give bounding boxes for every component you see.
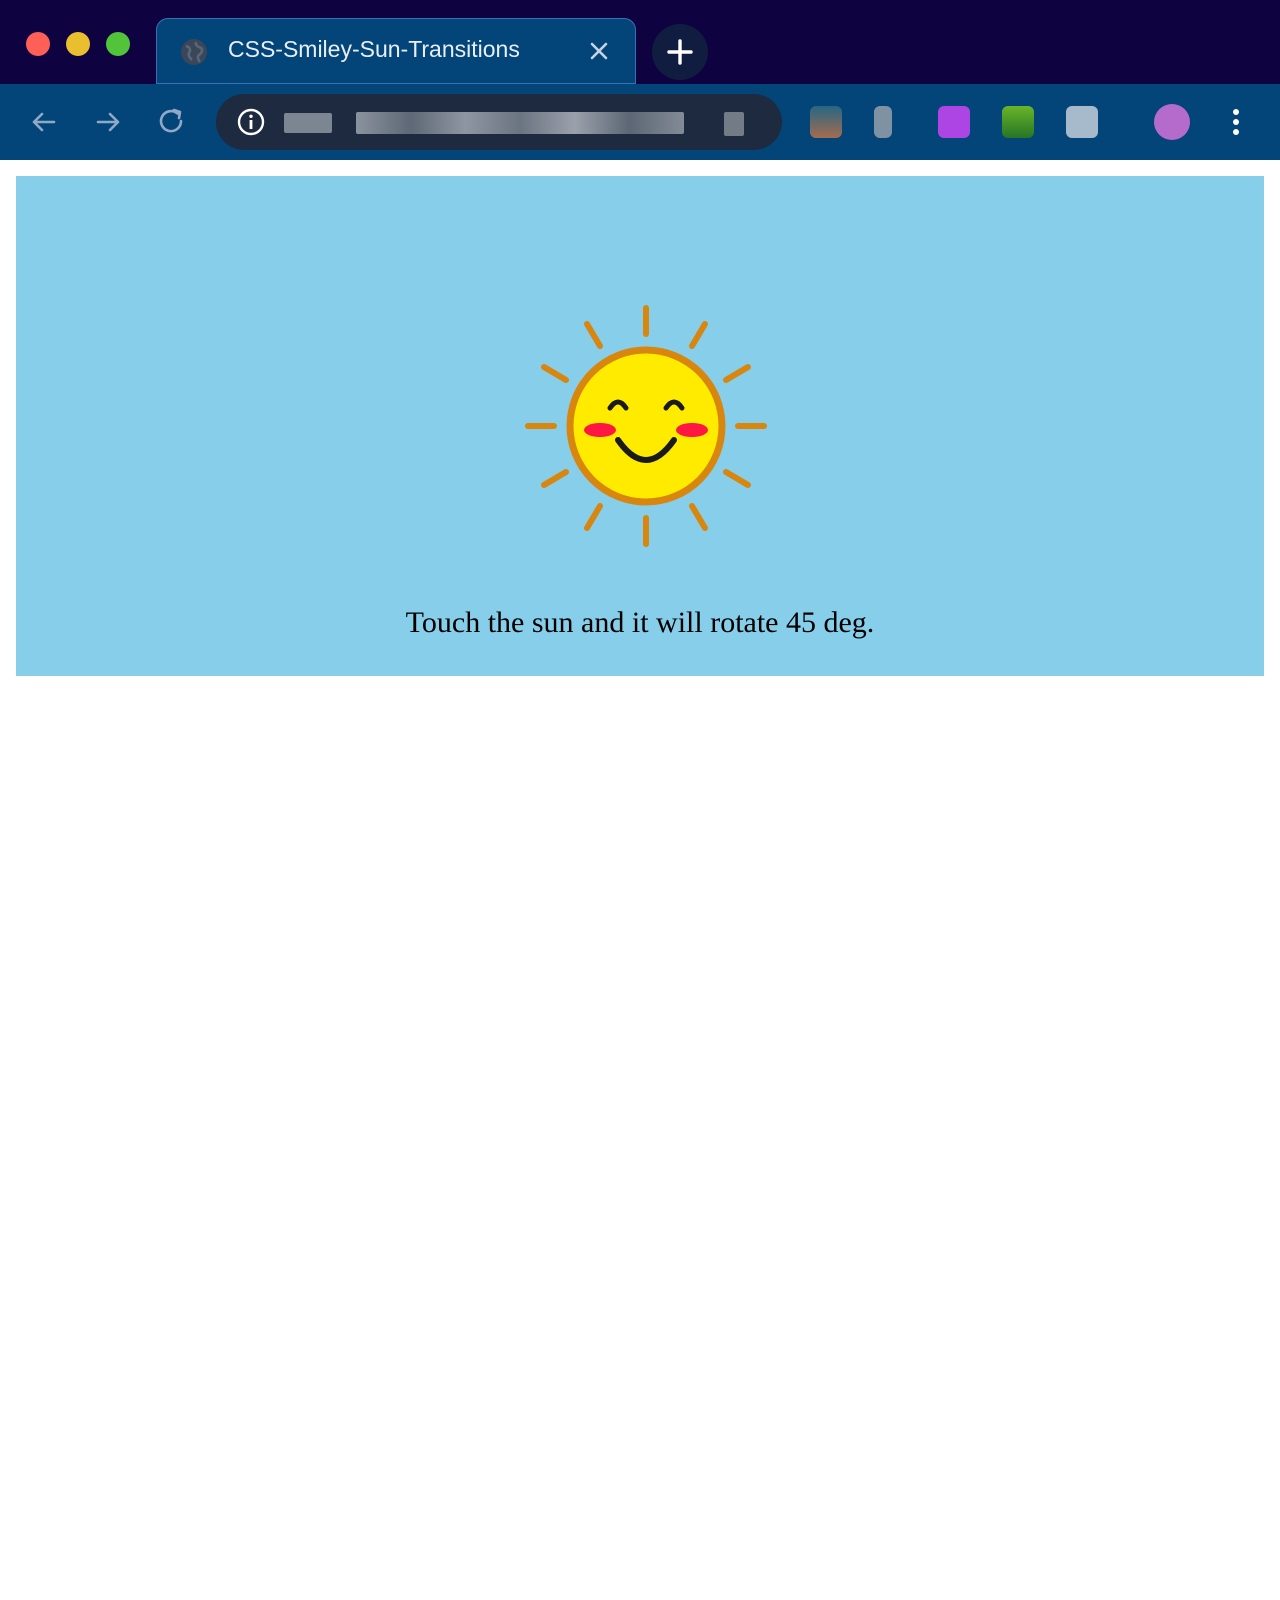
extension-icon[interactable] — [1066, 106, 1098, 138]
globe-icon — [181, 39, 207, 65]
arrow-left-icon[interactable] — [26, 104, 62, 140]
tab-title: CSS-Smiley-Sun-Transitions — [228, 36, 520, 62]
profile-avatar[interactable] — [1154, 104, 1190, 140]
tab-active[interactable]: CSS-Smiley-Sun-Transitions — [156, 18, 636, 84]
extension-icon[interactable] — [810, 106, 842, 138]
extension-icon[interactable] — [938, 106, 970, 138]
smiley-sun-icon[interactable] — [524, 304, 768, 548]
zoom-window-button[interactable] — [106, 32, 130, 56]
redacted-url — [724, 112, 744, 136]
extension-icon[interactable] — [1002, 106, 1034, 138]
extension-icon[interactable] — [874, 106, 892, 138]
title-bar: CSS-Smiley-Sun-Transitions — [0, 0, 1280, 84]
redacted-url — [356, 112, 684, 134]
arrow-right-icon[interactable] — [90, 104, 126, 140]
close-icon[interactable] — [586, 38, 612, 64]
minimize-window-button[interactable] — [66, 32, 90, 56]
browser-window: CSS-Smiley-Sun-Transitions Touch the sun… — [0, 0, 1280, 1600]
address-bar[interactable] — [216, 94, 782, 150]
close-window-button[interactable] — [26, 32, 50, 56]
browser-toolbar — [0, 84, 1280, 160]
new-tab-button[interactable] — [652, 24, 708, 80]
kebab-menu-icon[interactable] — [1226, 106, 1246, 138]
info-icon[interactable] — [236, 107, 266, 137]
redacted-url — [284, 113, 332, 133]
page-caption: Touch the sun and it will rotate 45 deg. — [405, 606, 875, 639]
page-sky-panel: Touch the sun and it will rotate 45 deg. — [16, 176, 1264, 676]
plus-icon — [667, 39, 693, 65]
reload-icon[interactable] — [154, 104, 190, 140]
